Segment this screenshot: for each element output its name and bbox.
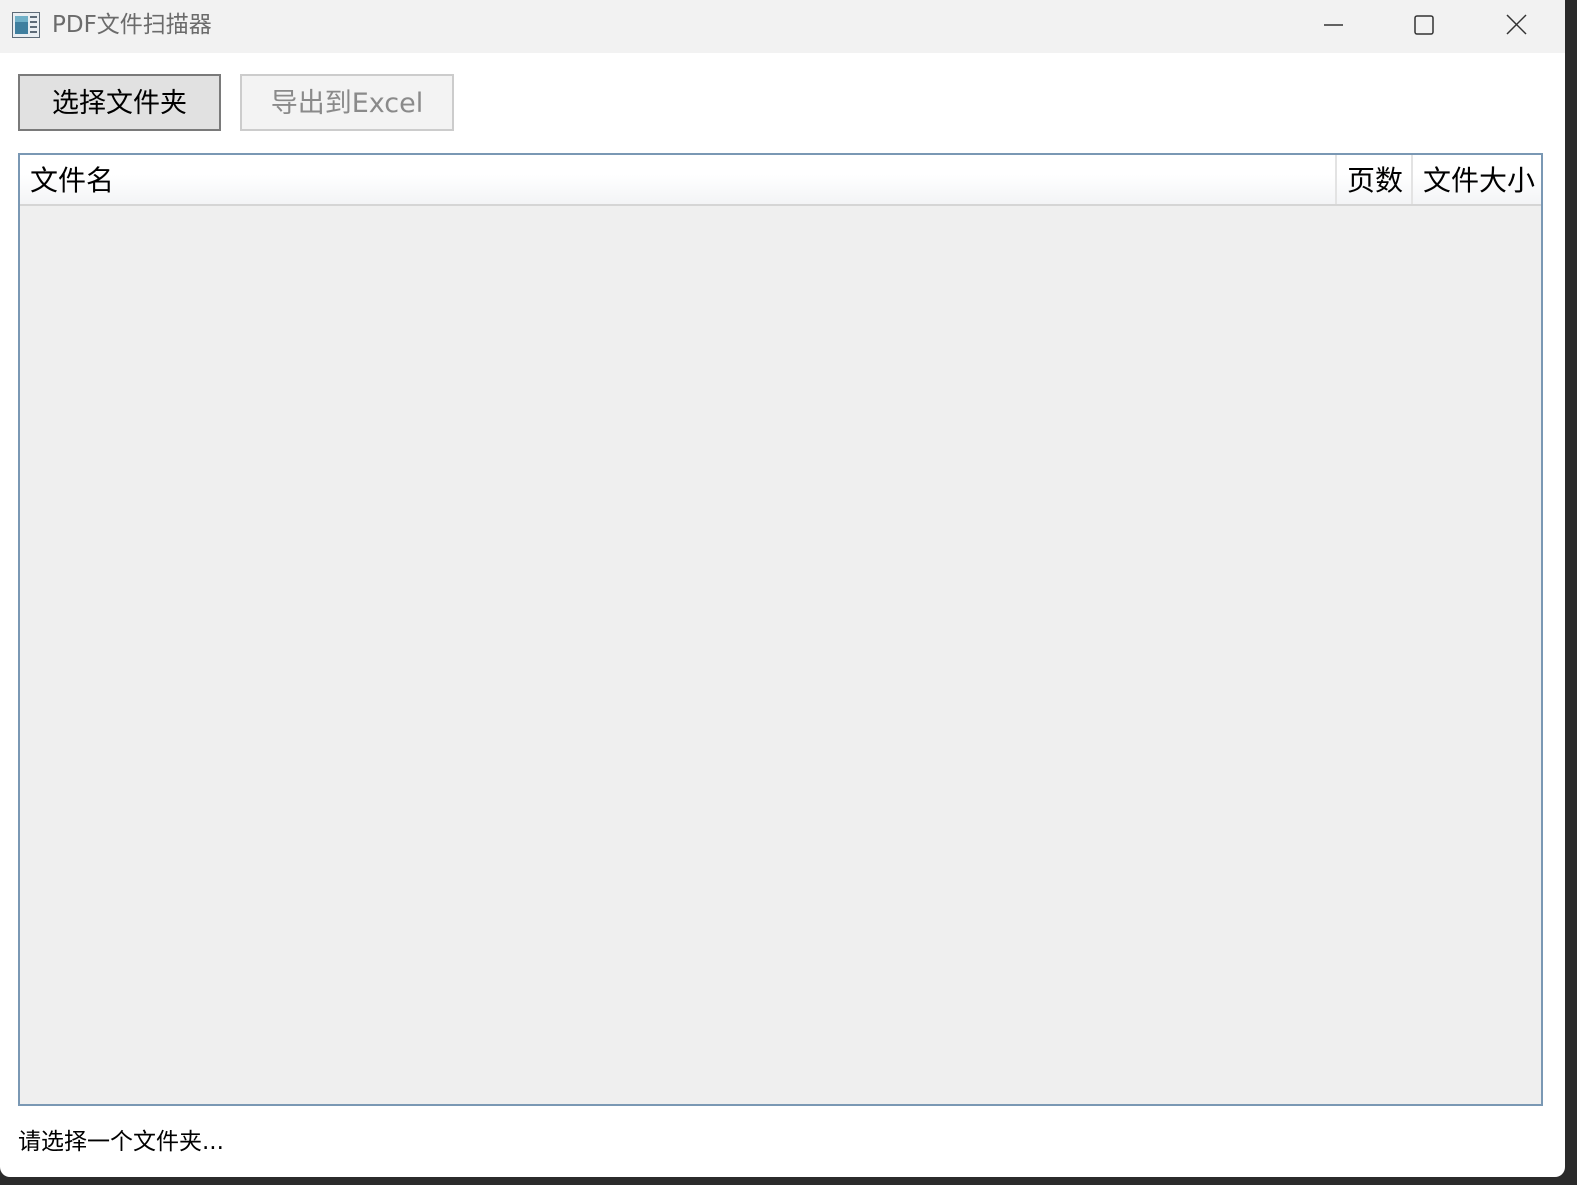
- window-title: PDF文件扫描器: [52, 12, 212, 38]
- file-list[interactable]: 文件名 页数 文件大小: [18, 153, 1543, 1106]
- select-folder-button[interactable]: 选择文件夹: [18, 74, 221, 131]
- column-header-filesize[interactable]: 文件大小: [1411, 155, 1541, 204]
- minimize-icon: [1324, 24, 1343, 26]
- app-window: PDF文件扫描器 选择文件夹 导出到Excel 文件名 页数 文件大小 请选择一…: [0, 0, 1565, 1177]
- column-header-filename[interactable]: 文件名: [30, 155, 1330, 204]
- app-icon: [12, 12, 40, 38]
- maximize-icon: [1414, 15, 1434, 35]
- title-bar[interactable]: PDF文件扫描器: [0, 0, 1565, 53]
- column-header-pages[interactable]: 页数: [1335, 155, 1411, 204]
- close-icon: [1506, 14, 1527, 35]
- export-excel-button[interactable]: 导出到Excel: [240, 74, 454, 131]
- maximize-button[interactable]: [1378, 0, 1470, 50]
- close-button[interactable]: [1470, 0, 1562, 50]
- minimize-button[interactable]: [1287, 0, 1379, 50]
- status-text: 请选择一个文件夹...: [18, 1129, 224, 1155]
- file-list-header: 文件名 页数 文件大小: [20, 155, 1541, 206]
